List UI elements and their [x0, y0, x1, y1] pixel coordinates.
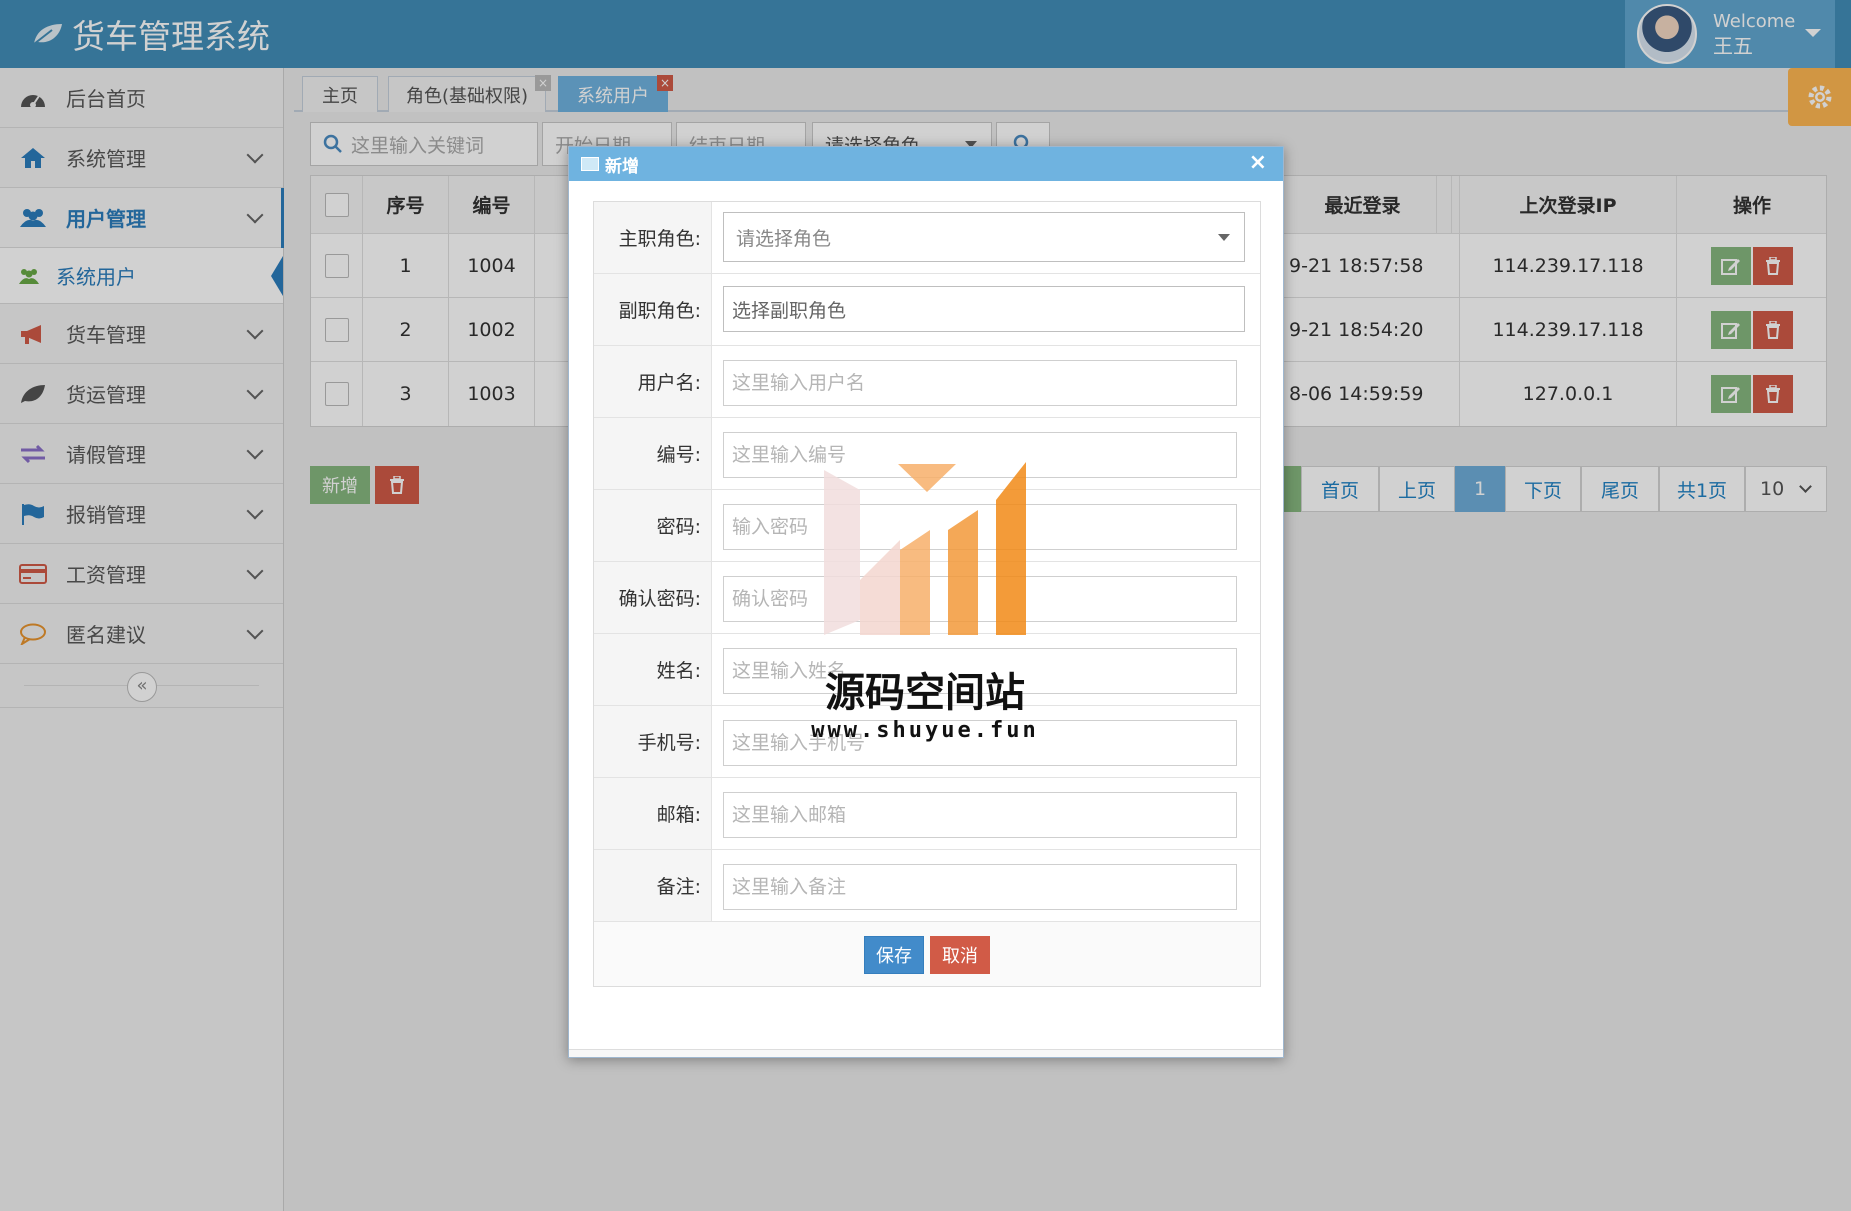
primary-role-value: 请选择角色: [736, 227, 832, 250]
watermark-logo: [824, 462, 1026, 635]
secondary-role-label: 副职角色:: [594, 274, 712, 345]
dialog-footer: [569, 1049, 1283, 1057]
dialog-title: 新增: [605, 156, 639, 177]
confirm-password-label: 确认密码:: [594, 562, 712, 633]
save-button[interactable]: 保存: [864, 936, 924, 974]
watermark-url: www.shuyue.fun: [811, 718, 1039, 743]
secondary-role-select[interactable]: 选择副职角色: [723, 286, 1245, 332]
secondary-role-value: 选择副职角色: [732, 299, 847, 322]
code-label: 编号:: [594, 418, 712, 489]
caret-down-icon: [1218, 234, 1230, 241]
close-icon[interactable]: ×: [1249, 151, 1267, 175]
form-actions: 保存 取消: [594, 922, 1260, 986]
form-icon: [581, 157, 599, 171]
email-label: 邮箱:: [594, 778, 712, 849]
primary-role-select[interactable]: 请选择角色: [723, 212, 1245, 262]
form-row-email: 邮箱:: [594, 778, 1260, 850]
email-input[interactable]: [723, 792, 1237, 838]
password-label: 密码:: [594, 490, 712, 561]
username-input[interactable]: [723, 360, 1237, 406]
phone-label: 手机号:: [594, 706, 712, 777]
username-label: 用户名:: [594, 346, 712, 417]
form-row-primary-role: 主职角色: 请选择角色: [594, 202, 1260, 274]
watermark-text: 源码空间站: [825, 670, 1025, 716]
remark-label: 备注:: [594, 850, 712, 921]
primary-role-label: 主职角色:: [594, 202, 712, 273]
form-row-secondary-role: 副职角色: 选择副职角色: [594, 274, 1260, 346]
form-row-username: 用户名:: [594, 346, 1260, 418]
cancel-button[interactable]: 取消: [930, 936, 990, 974]
dialog-header: 新增 ×: [569, 147, 1283, 181]
remark-input[interactable]: [723, 864, 1237, 910]
form-row-remark: 备注:: [594, 850, 1260, 922]
name-label: 姓名:: [594, 634, 712, 705]
